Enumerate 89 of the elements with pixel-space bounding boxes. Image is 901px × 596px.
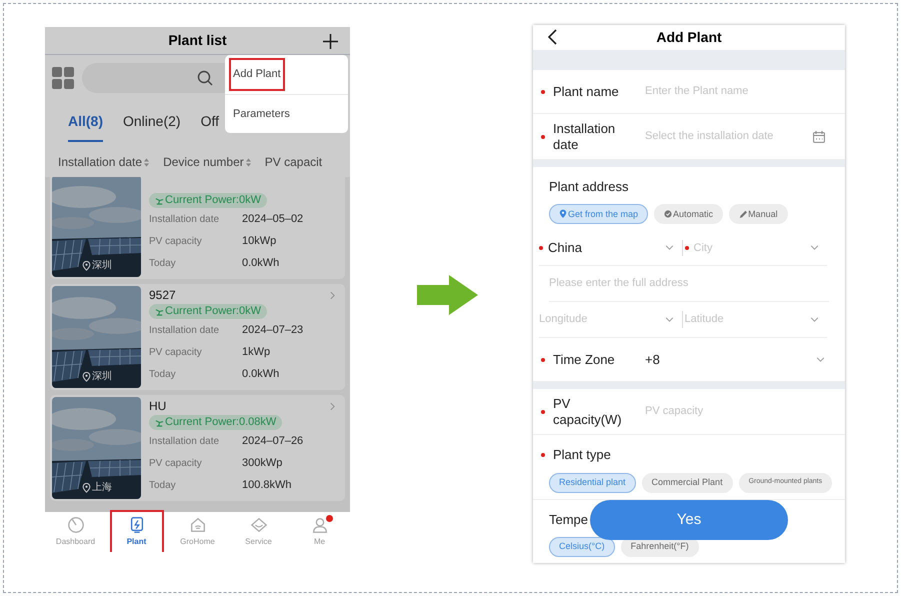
field-label: Installation date: [149, 212, 220, 226]
field-label: PV capacity: [149, 234, 203, 248]
field-value: 100.8kWh: [242, 478, 292, 493]
chevron-down-icon: [664, 316, 674, 322]
input-field[interactable]: PV capacity: [645, 403, 825, 420]
field-value: 1kWp: [242, 344, 270, 360]
search-icon: [197, 70, 213, 86]
field-label: Today: [149, 368, 177, 382]
sort-column[interactable]: Device number: [163, 153, 244, 171]
nav-tab[interactable]: Me: [294, 512, 344, 552]
plant-card[interactable]: 上海 HU Current Power:0.08kW Installation date 2024–07–26 PV capacity 300kWp Today 100.8kWh: [50, 395, 345, 501]
location-icon: [82, 482, 91, 492]
sort-icon: [144, 158, 150, 166]
chevron-right-icon: [330, 290, 335, 300]
location-label: 深圳: [92, 370, 112, 384]
check-icon: [664, 209, 672, 220]
section-label: Plant type: [553, 446, 611, 464]
arrow-icon: [417, 275, 478, 315]
field-value: 0.0kWh: [242, 366, 280, 382]
person-icon: [310, 516, 328, 534]
sort-column[interactable]: Installation date: [58, 153, 142, 171]
field-value: 2024–05–02: [242, 212, 304, 227]
power-badge: Current Power:0kW: [149, 193, 267, 208]
option-chip[interactable]: Manual: [729, 204, 788, 224]
plant-name: HU: [149, 398, 166, 415]
screen-title: Plant list: [168, 31, 227, 50]
grid-icon: [52, 67, 74, 89]
nav-tab[interactable]: GroHome: [172, 512, 222, 552]
option-chip[interactable]: Commercial Plant: [642, 472, 733, 493]
field-value: 10kWp: [242, 234, 276, 249]
menu-item[interactable]: Add Plant: [231, 60, 283, 89]
plant-card[interactable]: 深圳 Current Power:0kW Installation date 2024–05–02 PV capacity 10kWp Today 0.0kWh: [50, 177, 345, 279]
chevron-down-icon: [816, 357, 825, 362]
pin-icon: [559, 209, 567, 220]
power-badge: Current Power:0kW: [149, 304, 267, 319]
sort-column[interactable]: PV capacit: [264, 153, 322, 171]
diamond-icon: [250, 516, 268, 534]
plant-name: 9527: [149, 287, 176, 304]
calendar-icon: [813, 130, 825, 143]
field-value: 300kWp: [242, 456, 282, 471]
pencil-icon: [739, 209, 748, 220]
select-field[interactable]: China: [539, 238, 682, 258]
nav-tab[interactable]: Dashboard: [50, 512, 100, 552]
chevron-down-icon: [810, 316, 819, 322]
field-label: PV capacity: [149, 346, 203, 360]
field-value: 2024–07–26: [242, 434, 304, 449]
yes-button[interactable]: Yes: [590, 500, 788, 540]
screen-title: Add Plant: [656, 28, 722, 47]
gauge-icon: [66, 516, 84, 534]
input-field[interactable]: Select the installation date: [645, 128, 813, 145]
field-label: Installation date: [149, 324, 220, 338]
home-icon: [188, 516, 206, 534]
field-label: Today: [149, 478, 177, 492]
section-label: Plant address: [549, 178, 628, 196]
field-value: 0.0kWh: [242, 256, 280, 271]
plant-card[interactable]: 深圳 9527 Current Power:0kW Installation date 2024–07–23 PV capacity 1kWp Today 0.0kWh: [50, 284, 345, 390]
field-label: Time Zone: [553, 352, 616, 368]
chevron-down-icon: [664, 245, 674, 250]
option-chip[interactable]: Automatic: [654, 204, 724, 224]
location-label: 深圳: [92, 258, 112, 273]
filter-tab[interactable]: Online(2): [123, 111, 181, 142]
input-field[interactable]: Enter the Plant name: [645, 83, 825, 100]
back-icon[interactable]: [548, 29, 557, 45]
location-icon: [82, 372, 91, 382]
input-field[interactable]: Please enter the full address: [549, 275, 829, 292]
field-label: Today: [149, 256, 177, 270]
filter-tab[interactable]: All(8): [68, 111, 103, 142]
field-label: Installation date: [149, 434, 220, 448]
menu-item[interactable]: Parameters: [231, 100, 292, 128]
timezone-select[interactable]: +8: [645, 350, 825, 370]
nav-tab[interactable]: Service: [234, 512, 284, 552]
field-label: Installation date: [553, 120, 616, 153]
location-icon: [82, 260, 91, 270]
option-chip[interactable]: Get from the map: [549, 204, 648, 224]
chevron-right-icon: [330, 402, 335, 410]
field-label: Plant name: [553, 84, 620, 100]
nav-tab[interactable]: Plant: [112, 512, 162, 552]
field-value: 2024–07–23: [242, 322, 304, 338]
chevron-down-icon: [810, 245, 819, 250]
filter-tab[interactable]: Off: [200, 111, 220, 142]
sort-icon: [246, 158, 251, 166]
location-label: 上海: [92, 480, 112, 495]
option-chip[interactable]: Celsius(°C): [549, 537, 615, 558]
section-label: Tempe: [549, 510, 588, 529]
power-badge: Current Power:0.08kW: [149, 415, 282, 430]
field-label: PV capacity(W): [553, 396, 623, 428]
option-chip[interactable]: Residential plant: [549, 472, 636, 493]
plus-icon[interactable]: [323, 34, 338, 49]
field-label: PV capacity: [149, 456, 203, 470]
